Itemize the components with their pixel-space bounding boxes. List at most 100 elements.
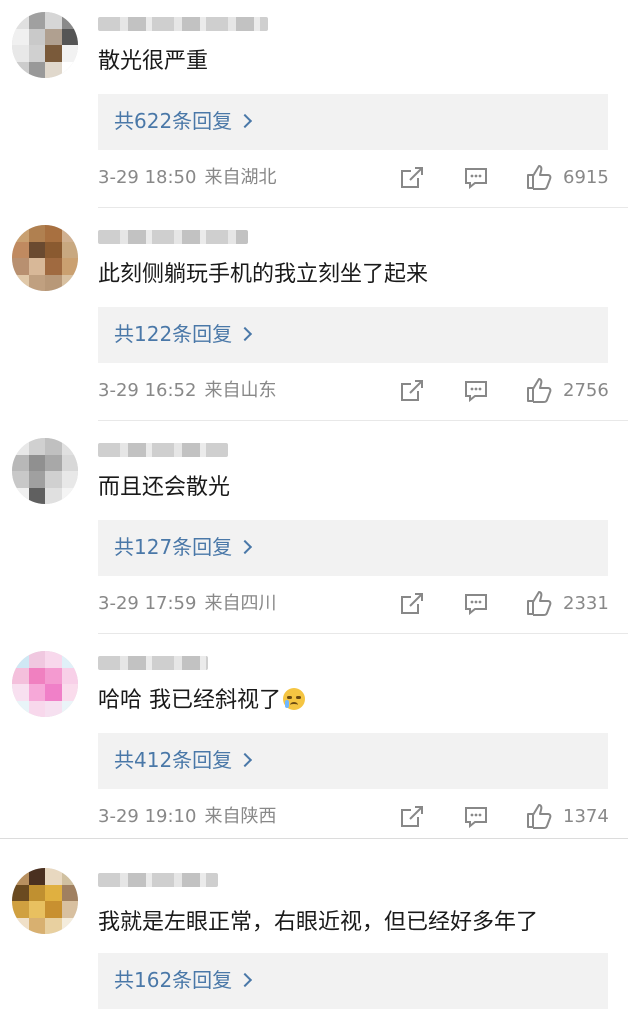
avatar-pixel: [12, 471, 29, 488]
avatar-pixel: [28, 438, 46, 455]
comment-item: 哈哈 我已经斜视了 共412条回复 3-29 19:10 来自陕西 1374: [0, 639, 628, 839]
avatar[interactable]: [12, 225, 78, 291]
avatar-pixel: [12, 700, 29, 717]
avatar-pixel: [12, 274, 29, 291]
comment-item: 散光很严重 共622条回复 3-29 18:50 来自湖北 6915: [0, 0, 628, 208]
avatar-pixel: [28, 45, 46, 62]
avatar-pixel: [28, 471, 46, 488]
view-replies-button[interactable]: 共162条回复: [98, 953, 608, 1009]
avatar-pixel: [45, 258, 62, 275]
avatar-pixel: [12, 684, 29, 701]
avatar-pixel: [28, 667, 46, 685]
avatar-pixel: [61, 667, 78, 685]
divider: [98, 420, 628, 421]
avatar-pixel: [45, 241, 62, 259]
avatar-pixel: [28, 684, 46, 701]
view-replies-button[interactable]: 共412条回复: [98, 733, 608, 789]
avatar-pixel: [45, 61, 62, 78]
comment-text: 散光很严重: [98, 49, 209, 74]
like-icon[interactable]: [525, 376, 553, 404]
view-replies-button[interactable]: 共122条回复: [98, 307, 608, 363]
comment-icon[interactable]: [463, 591, 489, 617]
share-icon[interactable]: [399, 804, 425, 830]
avatar[interactable]: [12, 651, 78, 717]
avatar-pixel: [28, 700, 46, 717]
avatar-pixel: [61, 225, 78, 242]
comment-icon[interactable]: [463, 378, 489, 404]
avatar-pixel: [61, 61, 78, 78]
chevron-right-icon: [238, 752, 253, 768]
chevron-right-icon: [238, 113, 253, 129]
avatar-pixel: [28, 241, 46, 259]
comment-item: 我就是左眼正常，右眼近视，但已经好多年了 共162条回复: [0, 856, 628, 1021]
like-icon[interactable]: [525, 163, 553, 191]
avatar-pixel: [12, 45, 29, 62]
avatar-pixel: [12, 917, 29, 934]
avatar-pixel: [12, 28, 29, 46]
like-icon[interactable]: [525, 589, 553, 617]
avatar-pixel: [45, 471, 62, 488]
comment-location: 来自山东: [204, 380, 277, 401]
avatar-pixel: [61, 45, 78, 62]
avatar-pixel: [45, 651, 62, 668]
avatar-pixel: [45, 901, 62, 918]
comment-icon[interactable]: [463, 804, 489, 830]
avatar-pixel: [12, 61, 29, 78]
avatar-pixel: [28, 901, 46, 918]
avatar-pixel: [61, 917, 78, 934]
avatar-pixel: [61, 12, 78, 29]
avatar-pixel: [61, 700, 78, 717]
comment-text: 而且还会散光: [98, 475, 231, 500]
like-icon[interactable]: [525, 802, 553, 830]
like-count: 2756: [563, 380, 609, 401]
avatar[interactable]: [12, 12, 78, 78]
view-replies-button[interactable]: 共622条回复: [98, 94, 608, 150]
username-redacted[interactable]: [98, 230, 248, 244]
avatar-pixel: [45, 700, 62, 717]
avatar-pixel: [12, 438, 29, 455]
avatar-pixel: [28, 487, 46, 504]
comment-date: 3-29 16:52: [98, 380, 197, 401]
like-count: 1374: [563, 806, 609, 827]
avatar-pixel: [61, 901, 78, 918]
avatar[interactable]: [12, 868, 78, 934]
share-icon[interactable]: [399, 165, 425, 191]
avatar-pixel: [12, 667, 29, 685]
avatar-pixel: [28, 868, 46, 885]
avatar-pixel: [12, 241, 29, 259]
avatar-pixel: [12, 12, 29, 29]
avatar-pixel: [28, 12, 46, 29]
avatar-pixel: [28, 274, 46, 291]
avatar-pixel: [12, 651, 29, 668]
share-icon[interactable]: [399, 378, 425, 404]
view-replies-button[interactable]: 共127条回复: [98, 520, 608, 576]
avatar-pixel: [45, 667, 62, 685]
avatar-pixel: [28, 258, 46, 275]
avatar-pixel: [45, 917, 62, 934]
avatar-pixel: [61, 438, 78, 455]
username-redacted[interactable]: [98, 17, 268, 31]
avatar-pixel: [61, 884, 78, 902]
reply-count: 共622条回复: [114, 109, 233, 133]
avatar-pixel: [28, 61, 46, 78]
avatar-pixel: [28, 651, 46, 668]
avatar-pixel: [12, 487, 29, 504]
avatar-pixel: [28, 884, 46, 902]
username-redacted[interactable]: [98, 656, 208, 670]
comment-location: 来自湖北: [204, 167, 277, 188]
comment-item: 而且还会散光 共127条回复 3-29 17:59 来自四川 2331: [0, 426, 628, 634]
avatar-pixel: [28, 454, 46, 472]
avatar-pixel: [12, 454, 29, 472]
comment-meta: 3-29 16:52 来自山东: [98, 380, 284, 402]
share-icon[interactable]: [399, 591, 425, 617]
avatar-pixel: [28, 28, 46, 46]
avatar-pixel: [61, 454, 78, 472]
avatar-pixel: [61, 487, 78, 504]
username-redacted[interactable]: [98, 873, 218, 887]
avatar-pixel: [28, 917, 46, 934]
avatar-pixel: [61, 684, 78, 701]
comment-icon[interactable]: [463, 165, 489, 191]
avatar[interactable]: [12, 438, 78, 504]
username-redacted[interactable]: [98, 443, 228, 457]
reply-count: 共127条回复: [114, 535, 233, 559]
